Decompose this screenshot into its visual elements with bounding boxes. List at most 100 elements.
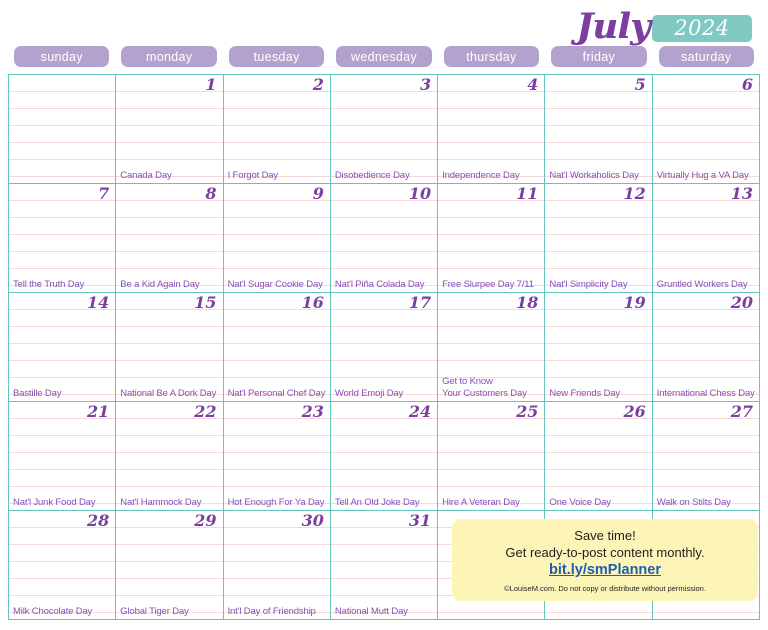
promo-headline: Save time!: [574, 528, 636, 543]
day-event-label: Nat'l Hammock Day: [120, 496, 202, 508]
day-event-label: Canada Day: [120, 169, 172, 181]
calendar-day-cell[interactable]: 26 One Voice Day: [545, 402, 653, 511]
day-number: 13: [730, 184, 753, 203]
day-event-label: Disobedience Day: [334, 169, 410, 181]
day-number: 26: [623, 402, 646, 421]
day-number: 27: [730, 402, 753, 421]
day-event-label: Virtually Hug a VA Day: [656, 169, 749, 181]
calendar-day-cell[interactable]: 25 Hire A Veteran Day: [438, 402, 546, 511]
calendar-day-cell[interactable]: 6 Virtually Hug a VA Day: [652, 75, 760, 184]
day-event-label: New Friends Day: [549, 387, 621, 399]
weekday-thursday: thursday: [443, 46, 540, 67]
weekday-tuesday: tuesday: [228, 46, 325, 67]
calendar-day-cell[interactable]: 13 Gruntled Workers Day: [652, 184, 760, 293]
calendar-day-cell[interactable]: 7 Tell the Truth Day: [9, 184, 117, 293]
calendar-day-cell[interactable]: 23 Hot Enough For Ya Day: [223, 402, 331, 511]
calendar-day-cell[interactable]: 14 Bastille Day: [9, 293, 117, 402]
day-event-label: Nat'l Piña Colada Day: [334, 278, 425, 290]
day-number: 22: [194, 402, 217, 421]
day-number: 9: [312, 184, 324, 203]
calendar-day-cell[interactable]: 5 Nat'l Workaholics Day: [545, 75, 653, 184]
calendar-day-cell[interactable]: 3 Disobedience Day: [330, 75, 439, 184]
day-number: 16: [301, 293, 324, 312]
day-number: 21: [87, 402, 110, 421]
calendar-page: July 2024 sunday monday tuesday wednesda…: [0, 0, 768, 630]
calendar-day-cell[interactable]: 8 Be a Kid Again Day: [116, 184, 224, 293]
day-event-label: I Forgot Day: [227, 169, 279, 181]
month-title: July: [576, 6, 650, 47]
calendar-day-cell[interactable]: 16 Nat'l Personal Chef Day: [223, 293, 331, 402]
calendar-day-cell[interactable]: [9, 75, 117, 184]
calendar-day-cell[interactable]: 1 Canada Day: [116, 75, 224, 184]
day-event-label: Nat'l Sugar Cookie Day: [227, 278, 323, 290]
day-event-label: Nat'l Workaholics Day: [549, 169, 639, 181]
calendar-day-cell[interactable]: 22 Nat'l Hammock Day: [116, 402, 224, 511]
calendar-day-cell[interactable]: 21 Nat'l Junk Food Day: [9, 402, 117, 511]
day-event-label: Independence Day: [442, 169, 520, 181]
day-event-label: Tell An Old Joke Day: [334, 496, 420, 508]
year-badge: 2024: [652, 15, 752, 42]
day-number: 18: [516, 293, 539, 312]
day-event-label: Hire A Veteran Day: [442, 496, 520, 508]
year-label: 2024: [674, 16, 730, 40]
weekday-sunday: sunday: [14, 46, 110, 67]
calendar-day-cell[interactable]: 27 Walk on Stilts Day: [652, 402, 760, 511]
day-number: 23: [301, 402, 324, 421]
day-number: 10: [408, 184, 432, 203]
calendar-day-cell[interactable]: 17 World Emoji Day: [330, 293, 439, 402]
day-number: 17: [408, 293, 432, 312]
calendar-day-cell[interactable]: 10 Nat'l Piña Colada Day: [330, 184, 439, 293]
day-number: 14: [87, 293, 110, 312]
weekday-friday: friday: [551, 46, 647, 67]
day-event-label: Nat'l Junk Food Day: [13, 496, 96, 508]
promo-box: Save time! Get ready-to-post content mon…: [452, 519, 758, 601]
calendar-day-cell[interactable]: 24 Tell An Old Joke Day: [330, 402, 439, 511]
promo-copyright: ©LouiseM.com. Do not copy or distribute …: [504, 584, 706, 593]
day-number: 5: [634, 75, 646, 94]
calendar-day-cell[interactable]: 18 Get to Know Your Customers Day: [438, 293, 546, 402]
promo-subheadline: Get ready-to-post content monthly.: [505, 545, 705, 560]
day-event-label: Global Tiger Day: [120, 605, 189, 617]
day-event-label: Tell the Truth Day: [13, 278, 85, 290]
day-event-label: World Emoji Day: [334, 387, 404, 399]
weekday-wednesday: wednesday: [336, 46, 432, 67]
day-number: 25: [516, 402, 539, 421]
day-event-label: Get to Know Your Customers Day: [442, 376, 527, 399]
day-number: 29: [194, 511, 217, 530]
day-event-label: Gruntled Workers Day: [656, 278, 748, 290]
day-number: 12: [623, 184, 646, 203]
day-event-label: Bastille Day: [13, 387, 62, 399]
calendar-day-cell[interactable]: 12 Nat'l Simplicity Day: [545, 184, 653, 293]
day-number: 3: [420, 75, 432, 94]
day-number: 6: [741, 75, 753, 94]
day-number: 31: [408, 511, 432, 530]
day-event-label: National Be A Dork Day: [120, 387, 217, 399]
weekday-header-row: sunday monday tuesday wednesday thursday…: [8, 46, 760, 70]
day-number: 30: [301, 511, 324, 530]
calendar-day-cell[interactable]: 15 National Be A Dork Day: [116, 293, 224, 402]
calendar-day-cell[interactable]: 11 Free Slurpee Day 7/11: [438, 184, 546, 293]
calendar-day-cell[interactable]: 30 Int'l Day of Friendship: [223, 511, 331, 620]
day-number: 24: [408, 402, 432, 421]
day-event-label: National Mutt Day: [334, 605, 408, 617]
calendar-day-cell[interactable]: 29 Global Tiger Day: [116, 511, 224, 620]
calendar-day-cell[interactable]: 19 New Friends Day: [545, 293, 653, 402]
day-number: 11: [516, 184, 539, 203]
calendar-day-cell[interactable]: 31 National Mutt Day: [330, 511, 439, 620]
day-number: 8: [205, 184, 217, 203]
day-number: 19: [623, 293, 646, 312]
day-event-label: Int'l Day of Friendship: [227, 605, 316, 617]
day-event-label: Nat'l Simplicity Day: [549, 278, 628, 290]
calendar-day-cell[interactable]: 4 Independence Day: [438, 75, 546, 184]
calendar-day-cell[interactable]: 20 International Chess Day: [652, 293, 760, 402]
calendar-day-cell[interactable]: 28 Milk Chocolate Day: [9, 511, 117, 620]
day-event-label: Nat'l Personal Chef Day: [227, 387, 326, 399]
day-event-label: Hot Enough For Ya Day: [227, 496, 325, 508]
day-number: 20: [730, 293, 753, 312]
day-event-label: One Voice Day: [549, 496, 611, 508]
calendar-title-bar: July 2024: [8, 0, 760, 46]
day-number: 28: [87, 511, 110, 530]
calendar-day-cell[interactable]: 9 Nat'l Sugar Cookie Day: [223, 184, 331, 293]
promo-link[interactable]: bit.ly/smPlanner: [452, 561, 758, 580]
calendar-day-cell[interactable]: 2 I Forgot Day: [223, 75, 331, 184]
